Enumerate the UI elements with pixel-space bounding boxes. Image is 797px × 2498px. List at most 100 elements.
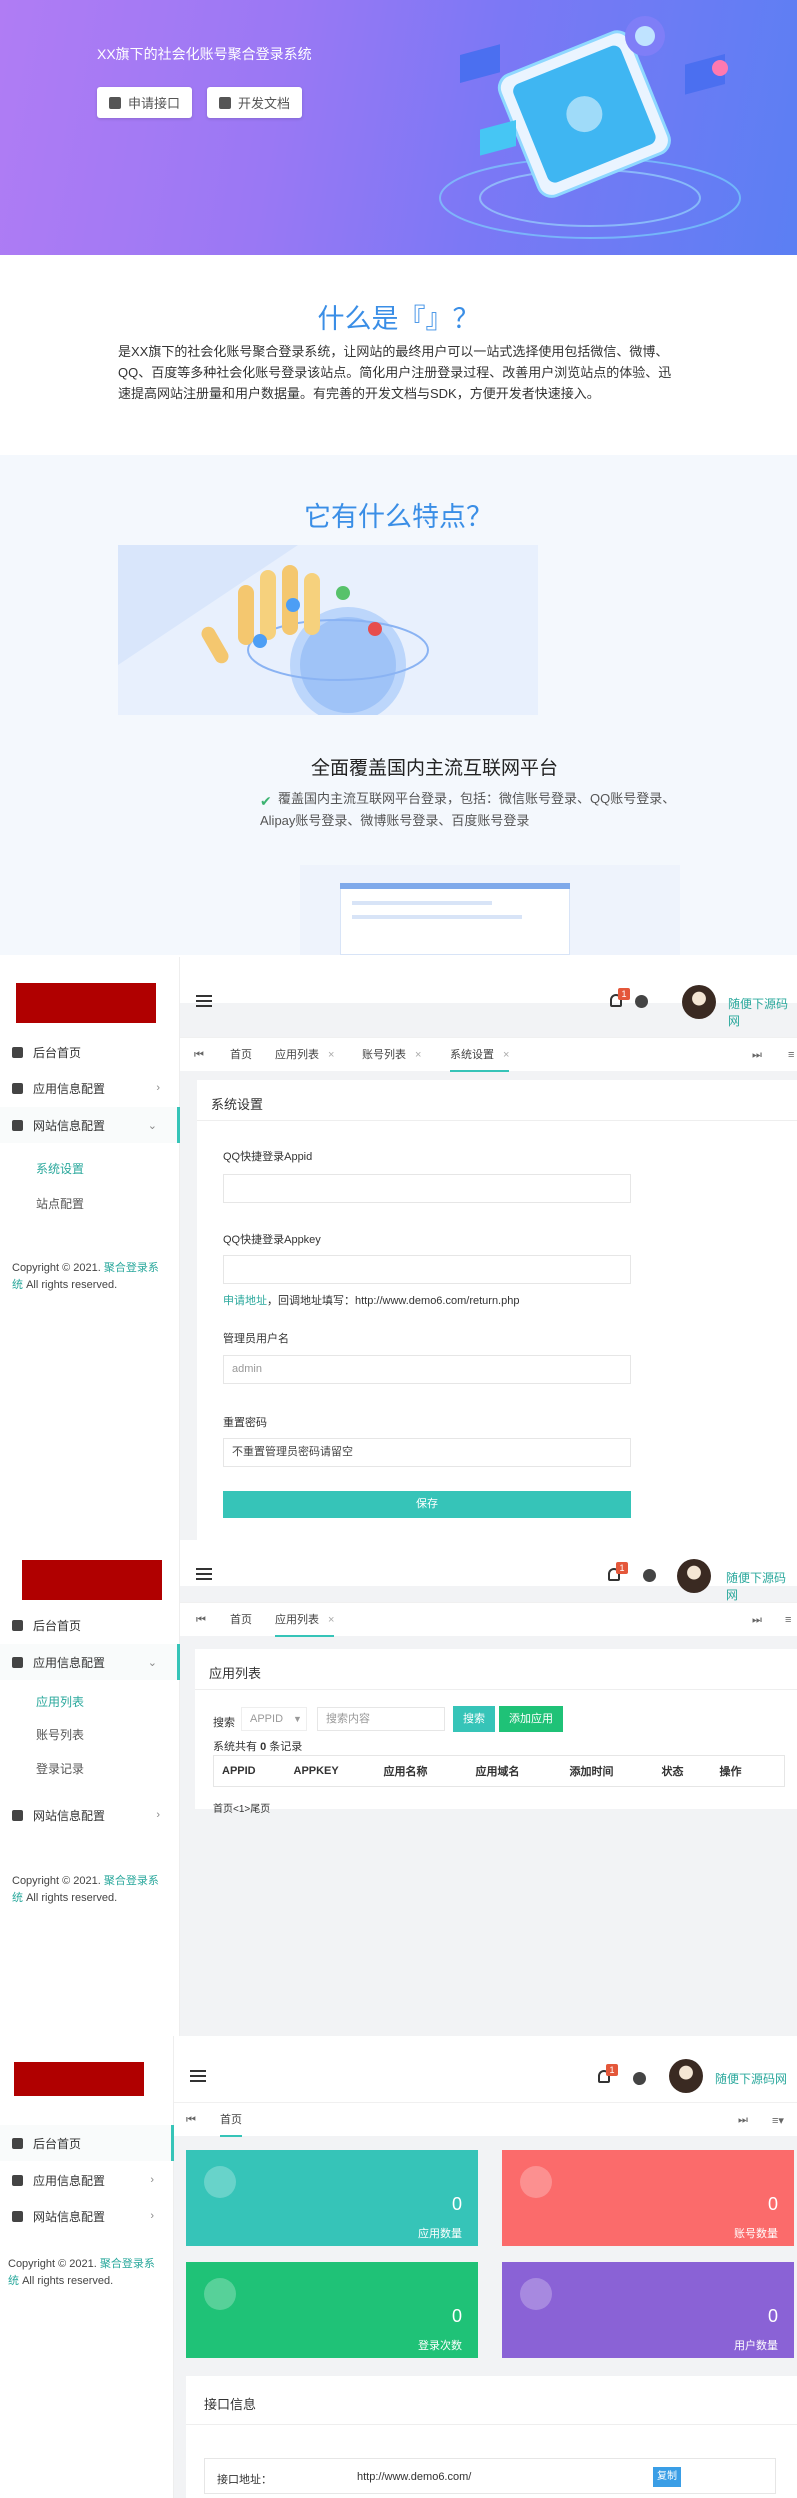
close-icon[interactable]: × [328, 1614, 334, 1626]
close-icon[interactable]: × [503, 1049, 509, 1061]
admin-username-label: 管理员用户名 [223, 1333, 289, 1345]
tab-home[interactable]: 首页 [230, 1038, 252, 1072]
user-name[interactable]: 随便下源码网 [715, 2070, 787, 2087]
copyright-suffix: All rights reserved. [22, 2275, 114, 2287]
sidebar-item-app-config[interactable]: 应用信息配置 › [0, 2162, 174, 2198]
tab-home[interactable]: 首页 [230, 1603, 252, 1637]
copy-button[interactable]: 复制 [653, 2467, 681, 2487]
tab-label: 首页 [230, 1614, 252, 1626]
phone-illustration [439, 16, 741, 239]
bell-icon[interactable]: 1 [608, 1562, 628, 1581]
theme-icon[interactable] [633, 2072, 646, 2085]
submenu-site-settings[interactable]: 站点配置 [36, 1195, 84, 1212]
admin-dashboard-screen: 后台首页 应用信息配置 › 网站信息配置 › Copyright © 2021. 聚… [0, 2036, 797, 2498]
record-count-prefix: 系统共有 [213, 1741, 257, 1753]
sidebar-item-site-config[interactable]: 网站信息配置 › [0, 1797, 180, 1833]
tab-app-list[interactable]: 应用列表 × [275, 1038, 334, 1072]
table-header-row: APPID APPKEY 应用名称 应用域名 添加时间 状态 操作 [214, 1756, 785, 1787]
chevron-right-icon: › [150, 2174, 154, 2186]
logo [14, 2062, 144, 2096]
android-icon [204, 2166, 236, 2198]
tab-menu-icon[interactable]: ≡ [788, 1049, 794, 1061]
qq-appkey-input[interactable] [223, 1255, 631, 1284]
list-icon [12, 2210, 23, 2222]
chevron-right-icon: › [156, 1809, 160, 1821]
menu-toggle-icon[interactable] [196, 995, 212, 1007]
user-icon [109, 96, 121, 109]
close-icon[interactable]: × [415, 1049, 421, 1061]
user-name[interactable]: 随便下源码网 [728, 995, 797, 1029]
qq-appid-input[interactable] [223, 1174, 631, 1203]
submenu-system-settings[interactable]: 系统设置 [36, 1160, 84, 1177]
save-button[interactable]: 保存 [223, 1491, 631, 1518]
stat-label: 登录次数 [418, 2340, 462, 2352]
dev-docs-button[interactable]: 开发文档 [207, 87, 303, 118]
sidebar-item-home[interactable]: 后台首页 [0, 1607, 180, 1643]
tab-bar: ⏮ 首页 应用列表 × ⏭ ≡ [180, 1602, 797, 1637]
copyright: Copyright © 2021. 聚合登录系统 All rights rese… [12, 1260, 167, 1294]
menu-toggle-icon[interactable] [190, 2070, 206, 2082]
sidebar-item-app-config[interactable]: 应用信息配置 ⌄ [0, 1644, 180, 1680]
tab-home[interactable]: 首页 [220, 2103, 242, 2137]
bell-icon[interactable]: 1 [598, 2064, 618, 2083]
column-actions: 操作 [719, 1766, 742, 1778]
stat-value: 0 [451, 2194, 462, 2214]
column-appid: APPID [222, 1765, 256, 1777]
sidebar-item-app-config[interactable]: 应用信息配置 › [0, 1070, 180, 1106]
submenu-account-list[interactable]: 账号列表 [36, 1726, 84, 1743]
theme-icon[interactable] [643, 1569, 656, 1582]
user-name[interactable]: 随便下源码网 [726, 1569, 797, 1603]
close-icon[interactable]: × [328, 1049, 334, 1061]
palette-icon [12, 2174, 23, 2186]
sidebar-item-label: 后台首页 [33, 1618, 82, 1633]
sidebar-item-home[interactable]: 后台首页 [0, 1034, 180, 1070]
search-label: 搜索 [213, 1717, 235, 1729]
search-button[interactable]: 搜索 [453, 1706, 495, 1732]
admin-settings-screen: 后台首页 应用信息配置 › 网站信息配置 ⌄ 系统设置 站点配置 Copyright… [0, 957, 797, 1540]
home-icon [12, 1046, 23, 1058]
sidebar-item-label: 网站信息配置 [33, 1808, 106, 1823]
intro-section: 什么是『』？ 是XX旗下的社会化账号聚合登录系统，让网站的最终用户可以一站式选择… [0, 255, 797, 455]
pagination[interactable]: 首页<1>尾页 [213, 1800, 270, 1815]
qq-appkey-label: QQ快捷登录Appkey [223, 1234, 321, 1246]
tab-next-icon[interactable]: ⏭ [752, 1049, 762, 1062]
features-section: 它有什么特点？ 全面覆盖国内主流互联网平台 ✔ 覆盖国内主流互联网平台登录，包括… [0, 455, 797, 955]
notification-badge: 1 [616, 1562, 628, 1574]
sidebar-item-site-config[interactable]: 网站信息配置 ⌄ [0, 1107, 180, 1143]
sidebar-item-label: 网站信息配置 [33, 1118, 106, 1133]
avatar[interactable] [677, 1559, 711, 1593]
menu-toggle-icon[interactable] [196, 1568, 212, 1580]
add-app-button[interactable]: 添加应用 [499, 1706, 563, 1732]
callback-hint: 申请地址，回调地址填写：http://www.demo6.com/return.… [223, 1292, 519, 1308]
submenu-app-list[interactable]: 应用列表 [36, 1693, 84, 1710]
hand-globe-illustration [118, 545, 538, 715]
chevron-right-icon: › [150, 2210, 154, 2222]
tab-prev-icon[interactable]: ⏮ [194, 1049, 204, 1062]
tab-next-icon[interactable]: ⏭ [738, 2114, 748, 2127]
avatar[interactable] [682, 985, 716, 1019]
search-input[interactable]: 搜索内容 [317, 1707, 445, 1731]
tab-system-settings[interactable]: 系统设置 × [450, 1038, 510, 1072]
tab-next-icon[interactable]: ⏭ [752, 1614, 762, 1627]
tab-menu-icon[interactable]: ≡▾ [772, 2114, 784, 2127]
apply-api-button[interactable]: 申请接口 [97, 87, 193, 118]
sidebar: 后台首页 应用信息配置 › 网站信息配置 ⌄ 系统设置 站点配置 Copyright… [0, 957, 180, 1540]
api-info-card: 接口信息 接口地址： http://www.demo6.com/ 复制 [186, 2376, 797, 2498]
submenu-login-log[interactable]: 登录记录 [36, 1760, 84, 1777]
avatar[interactable] [669, 2059, 703, 2093]
tab-app-list[interactable]: 应用列表 × [275, 1603, 335, 1637]
tab-menu-icon[interactable]: ≡ [785, 1614, 791, 1626]
qq-appid-label: QQ快捷登录Appid [223, 1151, 313, 1163]
bell-icon[interactable]: 1 [610, 988, 630, 1007]
tab-account-list[interactable]: 账号列表 × [362, 1038, 421, 1072]
sidebar-item-home[interactable]: 后台首页 [0, 2125, 174, 2161]
reset-password-input[interactable]: 不重置管理员密码请留空 [223, 1438, 631, 1467]
theme-icon[interactable] [635, 995, 648, 1008]
admin-username-input[interactable]: admin [223, 1355, 631, 1384]
top-bar: 1 随便下源码网 [180, 1540, 797, 1602]
tab-prev-icon[interactable]: ⏮ [196, 1614, 206, 1627]
tab-prev-icon[interactable]: ⏮ [186, 2114, 196, 2127]
apply-link[interactable]: 申请地址 [223, 1295, 267, 1307]
sidebar-item-site-config[interactable]: 网站信息配置 › [0, 2198, 174, 2234]
tab-label: 账号列表 [362, 1049, 406, 1061]
